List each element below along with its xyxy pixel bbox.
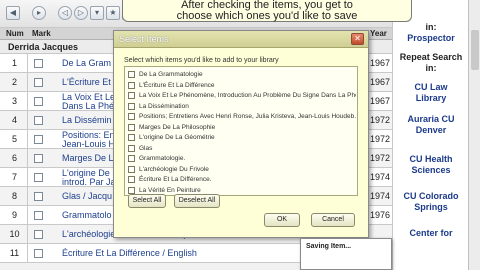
dialog-title: Select Items <box>114 31 368 48</box>
item-checkbox[interactable] <box>128 92 135 99</box>
list-item[interactable]: L'origine De La Géométrie <box>128 133 356 143</box>
tooltip-balloon: After checking the items, you get to cho… <box>122 0 412 22</box>
vertical-scrollbar[interactable] <box>468 0 480 270</box>
mark-checkbox[interactable] <box>34 116 43 125</box>
list-item[interactable]: L'archéologie Du Frivole <box>128 165 356 175</box>
item-checkbox[interactable] <box>128 113 135 120</box>
cancel-button[interactable]: Cancel <box>311 213 355 227</box>
prospector-in-label: in: <box>425 22 437 32</box>
col-mark-header: Mark <box>32 29 51 38</box>
item-label: L'archéologie Du Frivole <box>139 165 209 173</box>
row-number: 5 <box>2 130 28 149</box>
cu-health-sciences-link[interactable]: CU Health Sciences <box>393 154 469 176</box>
saving-item-popup: Saving Item... <box>300 238 392 270</box>
dropdown-icon[interactable]: ▾ <box>90 6 104 20</box>
auraria-cu-denver-link[interactable]: Auraria CU Denver <box>393 114 469 136</box>
record-year: 1972 <box>370 134 391 144</box>
dialog-instruction: Select which items you'd like to add to … <box>124 57 279 64</box>
row-number: 9 <box>2 206 28 225</box>
row-number: 8 <box>2 187 28 206</box>
cu-colorado-springs-link[interactable]: CU Colorado Springs <box>393 191 469 213</box>
record-year: 1972 <box>370 115 391 125</box>
record-year: 1974 <box>370 191 391 201</box>
item-label: Positions; Entretiens Avec Henri Ronse, … <box>139 113 356 120</box>
mark-checkbox[interactable] <box>34 249 43 258</box>
mark-checkbox[interactable] <box>34 154 43 163</box>
center-for-link[interactable]: Center for <box>393 228 469 239</box>
item-label: Glas <box>139 144 153 152</box>
deselect-all-button[interactable]: Deselect All <box>174 194 220 208</box>
row-number: 4 <box>2 111 28 130</box>
forward-icon[interactable]: ▸ <box>32 6 46 20</box>
mark-checkbox[interactable] <box>34 135 43 144</box>
item-checkbox[interactable] <box>128 102 135 110</box>
scrollbar-thumb[interactable] <box>471 30 479 70</box>
row-number: 1 <box>2 54 28 73</box>
list-item[interactable]: De La Grammatologie <box>128 70 356 80</box>
record-year: 1972 <box>370 153 391 163</box>
mark-checkbox[interactable] <box>34 78 43 87</box>
row-number: 3 <box>2 92 28 111</box>
list-item[interactable]: L'Écriture Et La Différence <box>128 81 356 91</box>
item-checkbox[interactable] <box>128 165 135 173</box>
item-checkbox[interactable] <box>128 176 135 183</box>
next-icon[interactable]: ▷ <box>74 6 88 20</box>
record-year: 1967 <box>370 58 391 68</box>
close-icon[interactable]: ✕ <box>351 33 364 45</box>
prospector-link[interactable]: Prospector <box>393 33 469 44</box>
search-elsewhere-sidebar: in: Prospector Repeat Search in: CU Law … <box>392 0 468 270</box>
item-label: Écriture Et La Différence. <box>139 176 212 183</box>
item-label: Grammatologie. <box>139 155 186 162</box>
mark-checkbox[interactable] <box>34 59 43 68</box>
item-checkbox[interactable] <box>128 155 135 162</box>
col-num-header: Num <box>6 29 24 38</box>
mark-checkbox[interactable] <box>34 230 43 239</box>
mark-checkbox[interactable] <box>34 192 43 201</box>
repeat-search-heading: Repeat Search in: <box>399 52 463 73</box>
star-icon[interactable]: ★ <box>106 6 120 20</box>
record-year: 1967 <box>370 96 391 106</box>
record-year: 1967 <box>370 77 391 87</box>
item-checkbox[interactable] <box>128 186 135 194</box>
list-item[interactable]: La Dissémination <box>128 102 356 112</box>
item-checkbox[interactable] <box>128 123 135 131</box>
item-checkbox[interactable] <box>128 71 135 78</box>
item-checkbox[interactable] <box>128 81 135 89</box>
tooltip-line-2: choose which ones you'd like to save <box>176 10 358 22</box>
ok-button[interactable]: OK <box>264 213 300 227</box>
back-arrow-icon[interactable]: ◀ <box>6 6 20 20</box>
mark-checkbox[interactable] <box>34 97 43 106</box>
item-checklist: De La Grammatologie L'Écriture Et La Dif… <box>124 66 358 196</box>
row-number: 2 <box>2 73 28 92</box>
item-label: De La Grammatologie <box>139 71 203 78</box>
list-item[interactable]: Grammatologie. <box>128 154 356 164</box>
record-year: 1974 <box>370 172 391 182</box>
item-checkbox[interactable] <box>128 134 135 141</box>
row-number: 11 <box>2 244 28 263</box>
select-items-dialog: Select Items ✕ Select which items you'd … <box>113 30 369 238</box>
item-checkbox[interactable] <box>128 144 135 152</box>
list-item[interactable]: Marges De La Philosophie <box>128 123 356 133</box>
saving-item-label: Saving Item... <box>306 243 352 250</box>
previous-icon[interactable]: ◁ <box>58 6 72 20</box>
item-label: L'origine De La Géométrie <box>139 134 215 141</box>
list-item[interactable]: Écriture Et La Différence. <box>128 175 356 185</box>
row-number: 6 <box>2 149 28 168</box>
record-year: 1976 <box>370 210 391 220</box>
row-number: 7 <box>2 168 28 187</box>
select-all-button[interactable]: Select All <box>128 194 166 208</box>
cu-law-library-link[interactable]: CU Law Library <box>393 82 469 104</box>
list-item[interactable]: La Voix Et Le Phénomène, Introduction Au… <box>128 91 356 101</box>
col-year-header: Year <box>370 29 387 38</box>
list-item[interactable]: Glas <box>128 144 356 154</box>
item-label: La Voix Et Le Phénomène, Introduction Au… <box>139 92 356 99</box>
item-label: Marges De La Philosophie <box>139 123 216 131</box>
mark-checkbox[interactable] <box>34 211 43 220</box>
browser-screen: ◀ ▸ ◁ ▷ ▾ ★ ⎘ Num Mark Year Derrida Jacq… <box>0 0 480 270</box>
row-number: 10 <box>2 225 28 244</box>
mark-checkbox[interactable] <box>34 173 43 182</box>
list-item[interactable]: Positions; Entretiens Avec Henri Ronse, … <box>128 112 356 122</box>
item-label: L'Écriture Et La Différence <box>139 81 215 89</box>
item-label: La Dissémination <box>139 102 189 110</box>
